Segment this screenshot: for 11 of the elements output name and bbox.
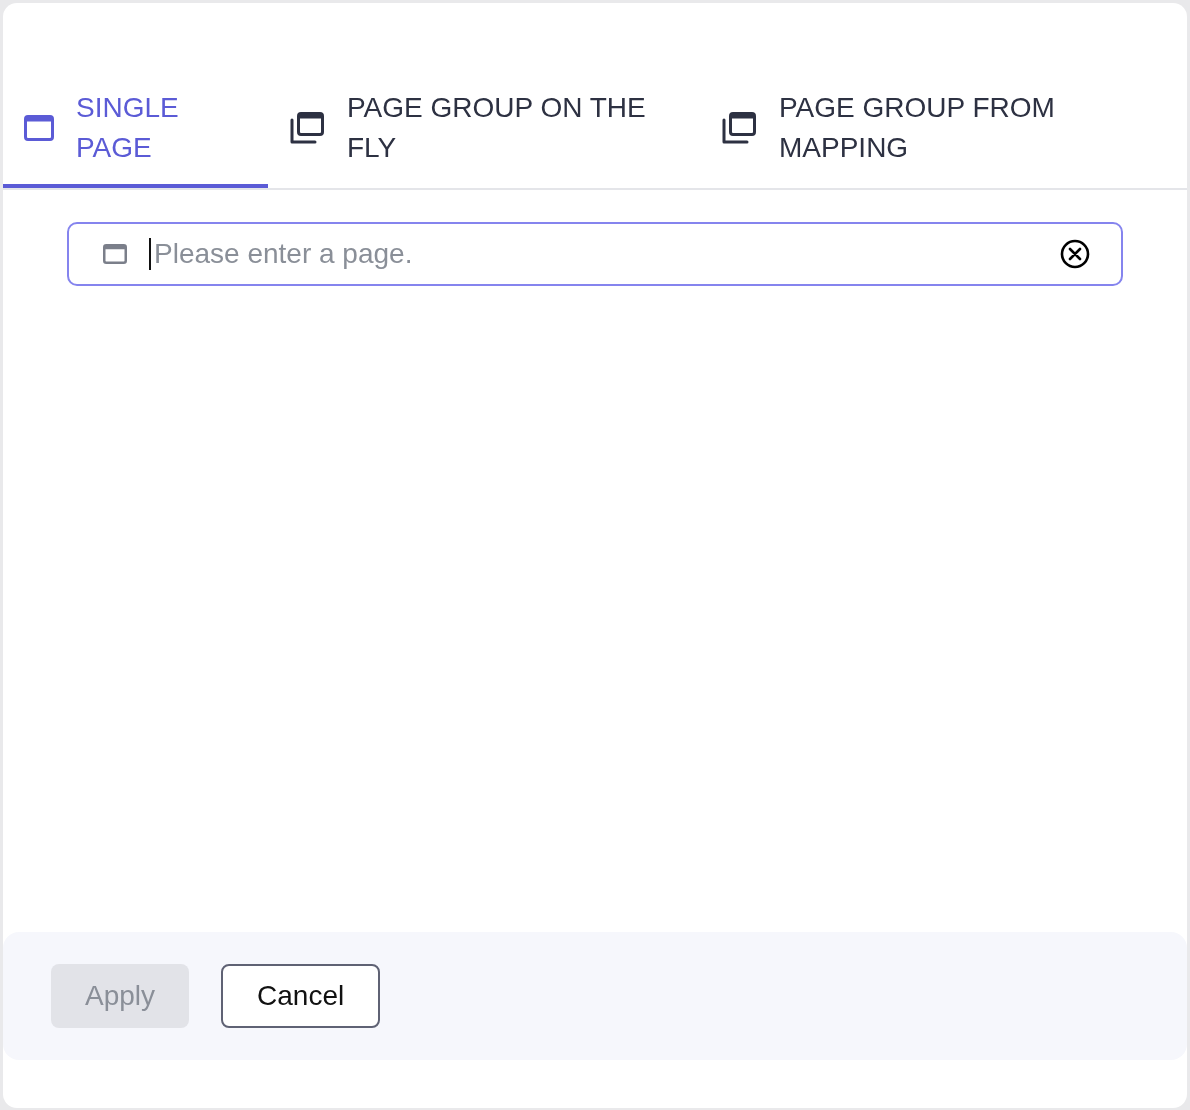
- tab[interactable]: PAGE GROUP FROM MAPPING: [700, 88, 1187, 188]
- window-icon: [103, 244, 127, 264]
- tab[interactable]: PAGE GROUP ON THE FLY: [268, 88, 700, 188]
- clear-icon[interactable]: [1060, 239, 1090, 269]
- text-cursor: [149, 238, 151, 270]
- stacked-windows-icon: [289, 111, 325, 145]
- tab[interactable]: SINGLE PAGE: [3, 88, 268, 188]
- cancel-button[interactable]: Cancel: [221, 964, 381, 1028]
- window-icon: [24, 115, 54, 141]
- stacked-windows-icon: [721, 111, 757, 145]
- page-input-field[interactable]: Please enter a page.: [67, 222, 1123, 286]
